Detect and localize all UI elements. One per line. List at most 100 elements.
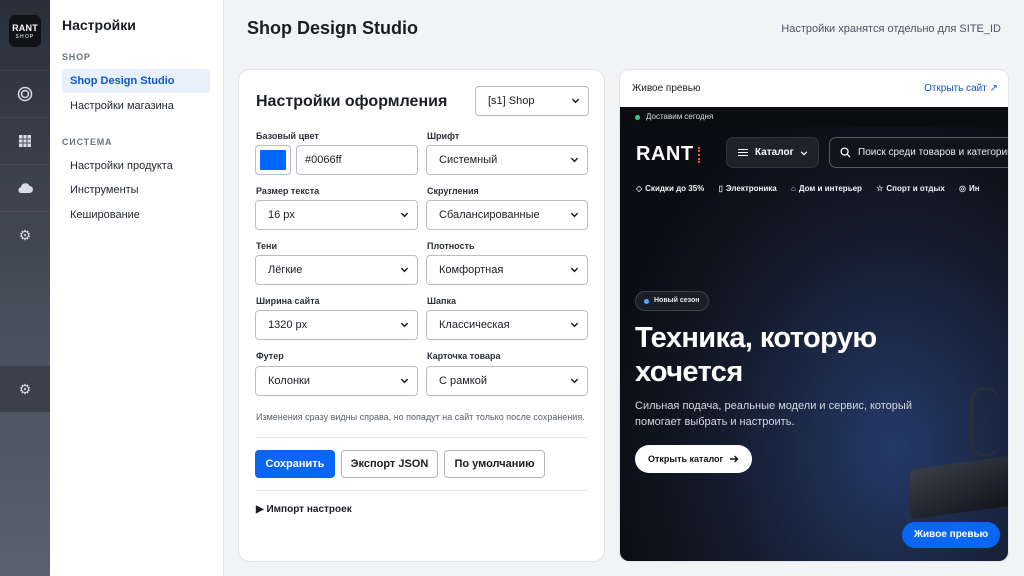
font-label: Шрифт — [427, 131, 460, 141]
chevron-down-icon — [400, 267, 409, 273]
chevron-down-icon — [400, 212, 409, 218]
gear-icon: ⚙ — [18, 380, 32, 397]
sidebar-title: Настройки — [62, 17, 136, 33]
chevron-down-icon — [571, 98, 580, 104]
catalog-label: Каталог — [755, 147, 794, 158]
site-select-value: [s1] Shop — [488, 95, 535, 107]
text-size-value: 16 px — [268, 209, 295, 221]
product-card-select[interactable]: С рамкой — [426, 366, 588, 396]
phone-icon: ▯ — [718, 184, 723, 193]
live-preview-fab[interactable]: Живое превью — [902, 522, 1001, 548]
design-settings-card: Настройки оформления [s1] Shop Базовый ц… — [238, 69, 605, 562]
search-placeholder: Поиск среди товаров и категорий — [858, 147, 1009, 158]
menu-icon — [738, 149, 748, 156]
shadows-value: Лёгкие — [268, 264, 303, 276]
footer-value: Колонки — [268, 375, 310, 387]
divider — [255, 437, 588, 438]
catalog-button[interactable]: Каталог — [726, 137, 819, 168]
rail-item-grid[interactable] — [0, 117, 50, 164]
search-icon — [840, 147, 851, 158]
star-icon: ☆ — [876, 184, 884, 193]
density-value: Комфортная — [439, 264, 504, 276]
shadows-select[interactable]: Лёгкие — [255, 255, 418, 285]
shield-icon: ◎ — [959, 184, 966, 193]
category-item[interactable]: ◇ Скидки до 35% — [636, 184, 704, 193]
settings-sidebar: Настройки SHOP Shop Design Studio Настро… — [50, 0, 224, 576]
home-icon: ⌂ — [790, 184, 796, 193]
product-card-label: Карточка товара — [427, 351, 501, 361]
site-search-input[interactable]: Поиск среди товаров и категорий — [829, 137, 1009, 168]
save-button[interactable]: Сохранить — [255, 450, 335, 478]
sidebar-item-tools[interactable]: Инструменты — [62, 178, 210, 202]
rail-item-cloud[interactable] — [0, 164, 50, 211]
preview-header: Живое превью Открыть сайт ↗ — [620, 70, 1008, 107]
text-size-select[interactable]: 16 px — [255, 200, 418, 230]
card-title: Настройки оформления — [256, 93, 448, 110]
header-style-select[interactable]: Классическая — [426, 310, 588, 340]
category-nav: ◇ Скидки до 35% ▯ Электроника ⌂ Дом и интер… — [636, 184, 992, 193]
chevron-down-icon — [570, 157, 579, 163]
site-width-select[interactable]: 1320 px — [255, 310, 418, 340]
site-brand-text: RANT — [636, 143, 694, 165]
cta-label: Открыть каталог — [648, 454, 724, 464]
open-site-link[interactable]: Открыть сайт ↗ — [924, 83, 998, 94]
import-settings-toggle[interactable]: ▶ Импорт настроек — [256, 504, 352, 515]
chevron-down-icon — [400, 378, 409, 384]
hero-subtitle: Сильная подача, реальные модели и сервис… — [635, 400, 912, 428]
rail-item-settings-active[interactable]: ⚙ — [0, 365, 50, 412]
rounding-value: Сбалансированные — [439, 209, 540, 221]
rounding-label: Скругления — [427, 186, 479, 196]
footer-select[interactable]: Колонки — [255, 366, 418, 396]
rail-item-settings[interactable]: ⚙ — [0, 211, 50, 258]
brand-dots — [697, 147, 700, 163]
hero-headline: Техника, которую хочется — [635, 322, 877, 388]
product-image — [970, 387, 1000, 457]
app-logo[interactable]: RANT SHOP — [9, 15, 41, 47]
chevron-down-icon — [570, 322, 579, 328]
product-card-value: С рамкой — [439, 375, 487, 387]
chevron-down-icon — [570, 378, 579, 384]
base-color-swatch[interactable] — [255, 145, 291, 175]
product-image — [910, 454, 1008, 520]
rail-item-target[interactable] — [0, 70, 50, 117]
site-brand: RANT — [636, 143, 700, 166]
sidebar-item-design-studio[interactable]: Shop Design Studio — [62, 69, 210, 93]
logo-subtext: SHOP — [15, 34, 35, 40]
font-select[interactable]: Системный — [426, 145, 588, 175]
sidebar-section-system: СИСТЕМА — [62, 137, 113, 147]
text-size-label: Размер текста — [256, 186, 320, 196]
site-width-label: Ширина сайта — [256, 296, 320, 306]
cloud-icon — [18, 183, 33, 193]
chevron-down-icon — [570, 267, 579, 273]
category-item[interactable]: ☆ Спорт и отдых — [876, 184, 945, 193]
shadows-label: Тени — [256, 241, 278, 251]
app-rail: RANT SHOP ⚙ ⚙ — [0, 0, 50, 576]
category-item[interactable]: ◎ Ин — [959, 184, 980, 193]
preview-hint: Изменения сразу видны справа, но попадут… — [256, 412, 585, 422]
rounding-select[interactable]: Сбалансированные — [426, 200, 588, 230]
target-icon — [17, 86, 33, 102]
base-color-label: Базовый цвет — [256, 131, 319, 141]
density-select[interactable]: Комфортная — [426, 255, 588, 285]
sidebar-item-store-settings[interactable]: Настройки магазина — [62, 94, 210, 118]
sidebar-item-caching[interactable]: Кеширование — [62, 203, 210, 227]
arrow-right-icon — [730, 455, 739, 463]
base-color-input[interactable]: #0066ff — [296, 145, 418, 175]
site-preview: Доставим сегодня RANT Каталог Поиск сред… — [620, 107, 1009, 561]
sidebar-section-shop: SHOP — [62, 52, 91, 62]
export-json-button[interactable]: Экспорт JSON — [341, 450, 438, 478]
tag-icon: ◇ — [636, 184, 643, 193]
density-label: Плотность — [427, 241, 475, 251]
reset-default-button[interactable]: По умолчанию — [444, 450, 545, 478]
page-title: Shop Design Studio — [247, 18, 418, 38]
open-catalog-button[interactable]: Открыть каталог — [635, 445, 753, 473]
category-item[interactable]: ▯ Электроника — [719, 184, 777, 193]
chevron-down-icon — [570, 212, 579, 218]
logo-text: RANT — [12, 23, 38, 33]
gear-icon: ⚙ — [18, 226, 32, 243]
site-select[interactable]: [s1] Shop — [475, 86, 589, 116]
category-item[interactable]: ⌂ Дом и интерьер — [791, 184, 862, 193]
sidebar-item-product-settings[interactable]: Настройки продукта — [62, 154, 210, 178]
chevron-down-icon — [400, 322, 409, 328]
header-style-value: Классическая — [439, 319, 510, 331]
